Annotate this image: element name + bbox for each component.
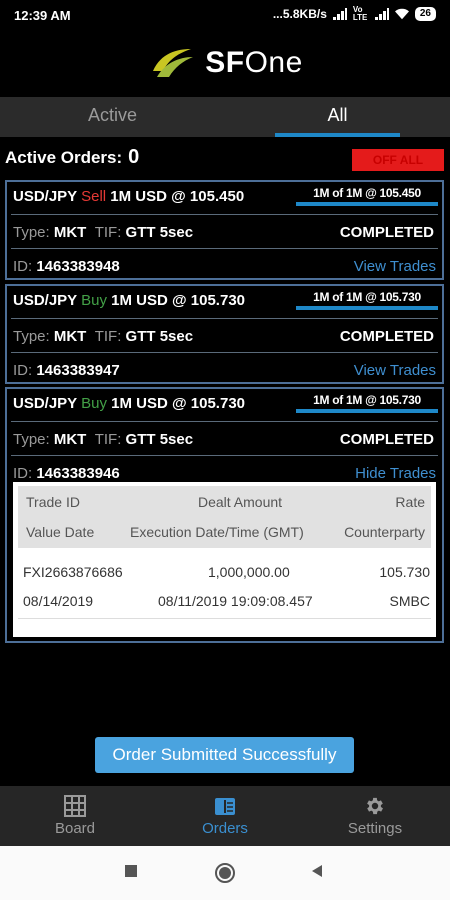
lte-label: Vo LTE: [352, 5, 368, 22]
fill-progress-bar: [296, 306, 438, 310]
divider: [11, 352, 438, 353]
orders-icon: [215, 798, 235, 815]
order-id-row: ID: 1463383948: [13, 258, 120, 275]
system-nav-bar: [0, 846, 450, 900]
order-summary: USD/JPY Buy 1M USD @ 105.730: [13, 292, 245, 309]
rate-cell: 105.730: [379, 564, 430, 580]
order-side: Buy: [81, 292, 107, 309]
signal-icon-2: [374, 8, 389, 20]
fill-indicator: 1M of 1M @ 105.730: [296, 290, 438, 310]
fill-progress-bar: [296, 409, 438, 413]
recents-icon[interactable]: [124, 864, 138, 878]
sfone-swoosh-icon: [153, 49, 194, 77]
brand-name: SFOne: [205, 46, 303, 79]
tab-bar: Active All: [0, 97, 450, 137]
status-time: 12:39 AM: [14, 8, 71, 23]
network-speed: ...5.8KB/s: [272, 7, 327, 21]
app-logo: SFOne: [0, 38, 450, 88]
battery-icon: 26: [414, 7, 436, 21]
view-trades-link[interactable]: View Trades: [354, 362, 436, 379]
tab-active[interactable]: Active: [0, 97, 225, 137]
status-bar: 12:39 AM ...5.8KB/s Vo LTE 26: [0, 0, 450, 30]
order-side: Sell: [81, 188, 107, 205]
nav-settings-label: Settings: [347, 820, 403, 837]
divider: [18, 618, 431, 619]
order-summary: USD/JPY Sell 1M USD @ 105.450: [13, 188, 245, 205]
wifi-icon: [394, 8, 409, 20]
back-icon[interactable]: [310, 864, 324, 878]
order-status: COMPLETED: [339, 431, 434, 448]
divider: [11, 421, 438, 422]
active-orders-header: Active Orders: 0: [5, 146, 139, 169]
order-status: COMPLETED: [339, 224, 434, 241]
signal-icon: [332, 8, 347, 20]
col-counterparty: Counterparty: [344, 524, 425, 540]
order-type-row: Type: MKT TIF: GTT 5sec: [13, 328, 194, 345]
order-summary: USD/JPY Buy 1M USD @ 105.730: [13, 395, 245, 412]
tab-all[interactable]: All: [225, 97, 450, 137]
nav-orders[interactable]: Orders: [150, 786, 300, 846]
active-orders-label: Active Orders:: [5, 148, 123, 167]
nav-settings[interactable]: Settings: [300, 786, 450, 846]
nav-orders-label: Orders: [202, 820, 248, 837]
dealt-amount-cell: 1,000,000.00: [208, 564, 290, 580]
grid-icon: [64, 795, 86, 817]
trades-table-header: Trade ID Dealt Amount Rate Value Date Ex…: [18, 486, 431, 548]
col-execution-time: Execution Date/Time (GMT): [130, 524, 304, 540]
order-id-row: ID: 1463383946: [13, 465, 120, 482]
order-side: Buy: [81, 395, 107, 412]
counterparty-cell: SMBC: [389, 593, 430, 609]
nav-board[interactable]: Board: [0, 786, 150, 846]
order-card: USD/JPY Sell 1M USD @ 105.450 1M of 1M @…: [5, 180, 444, 280]
order-type-row: Type: MKT TIF: GTT 5sec: [13, 431, 194, 448]
execution-time-cell: 08/11/2019 19:09:08.457: [158, 593, 313, 609]
trades-table: Trade ID Dealt Amount Rate Value Date Ex…: [13, 482, 436, 637]
off-all-button[interactable]: OFF ALL: [352, 149, 444, 171]
divider: [11, 318, 438, 319]
order-card-expanded: USD/JPY Buy 1M USD @ 105.730 1M of 1M @ …: [5, 387, 444, 643]
fill-indicator: 1M of 1M @ 105.450: [296, 186, 438, 206]
order-status: COMPLETED: [339, 328, 434, 345]
order-type-row: Type: MKT TIF: GTT 5sec: [13, 224, 194, 241]
trade-id-cell: FXI2663876686: [23, 564, 123, 580]
fill-progress-bar: [296, 202, 438, 206]
fill-indicator: 1M of 1M @ 105.730: [296, 393, 438, 413]
divider: [11, 214, 438, 215]
value-date-cell: 08/14/2019: [23, 593, 94, 609]
home-icon[interactable]: [214, 862, 236, 884]
col-dealt-amount: Dealt Amount: [198, 494, 283, 510]
col-rate: Rate: [395, 494, 425, 510]
toast-message: Order Submitted Successfully: [95, 737, 354, 773]
active-orders-count: 0: [128, 146, 140, 168]
hide-trades-link[interactable]: Hide Trades: [355, 465, 436, 482]
col-trade-id: Trade ID: [26, 494, 80, 510]
order-card: USD/JPY Buy 1M USD @ 105.730 1M of 1M @ …: [5, 284, 444, 384]
nav-board-label: Board: [54, 820, 96, 837]
view-trades-link[interactable]: View Trades: [354, 258, 436, 275]
order-id-row: ID: 1463383947: [13, 362, 120, 379]
divider: [11, 248, 438, 249]
bottom-nav: Board Orders Settings: [0, 786, 450, 846]
col-value-date: Value Date: [26, 524, 95, 540]
gear-icon: [367, 797, 383, 815]
divider: [11, 455, 438, 456]
